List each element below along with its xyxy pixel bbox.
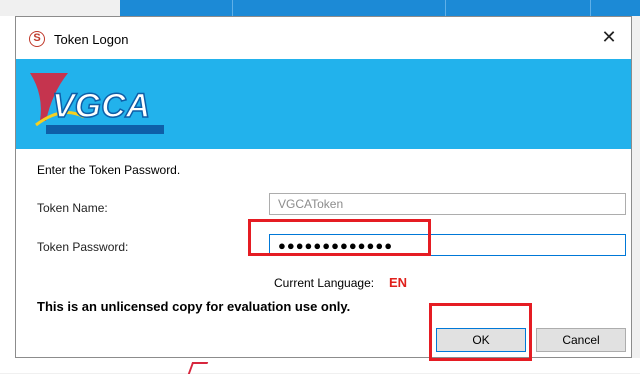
token-name-label: Token Name: bbox=[37, 201, 108, 215]
token-logon-dialog: S Token Logon ✕ VGCA Enter the Token Pas… bbox=[15, 16, 632, 358]
background-logo-fragment bbox=[187, 362, 209, 374]
background-app-edge bbox=[0, 16, 15, 358]
current-language-label: Current Language: bbox=[274, 276, 375, 290]
logo-text: VGCA bbox=[52, 87, 150, 125]
token-password-label: Token Password: bbox=[37, 240, 129, 254]
window-title: Token Logon bbox=[54, 32, 129, 47]
ok-button[interactable]: OK bbox=[436, 328, 526, 352]
background-app-bottom bbox=[0, 358, 640, 374]
instruction-text: Enter the Token Password. bbox=[37, 163, 181, 177]
app-shield-icon: S bbox=[29, 31, 45, 47]
title-bar[interactable]: S Token Logon ✕ bbox=[16, 17, 631, 59]
close-button[interactable]: ✕ bbox=[587, 17, 631, 57]
current-language-value[interactable]: EN bbox=[389, 275, 407, 290]
background-app-toolbar bbox=[120, 0, 640, 16]
unlicensed-notice: This is an unlicensed copy for evaluatio… bbox=[37, 299, 351, 314]
header-banner: VGCA bbox=[16, 59, 631, 149]
vgca-logo: VGCA bbox=[30, 73, 164, 134]
cancel-button[interactable]: Cancel bbox=[536, 328, 626, 352]
token-password-input[interactable] bbox=[269, 234, 626, 256]
token-name-field: VGCAToken bbox=[269, 193, 626, 215]
